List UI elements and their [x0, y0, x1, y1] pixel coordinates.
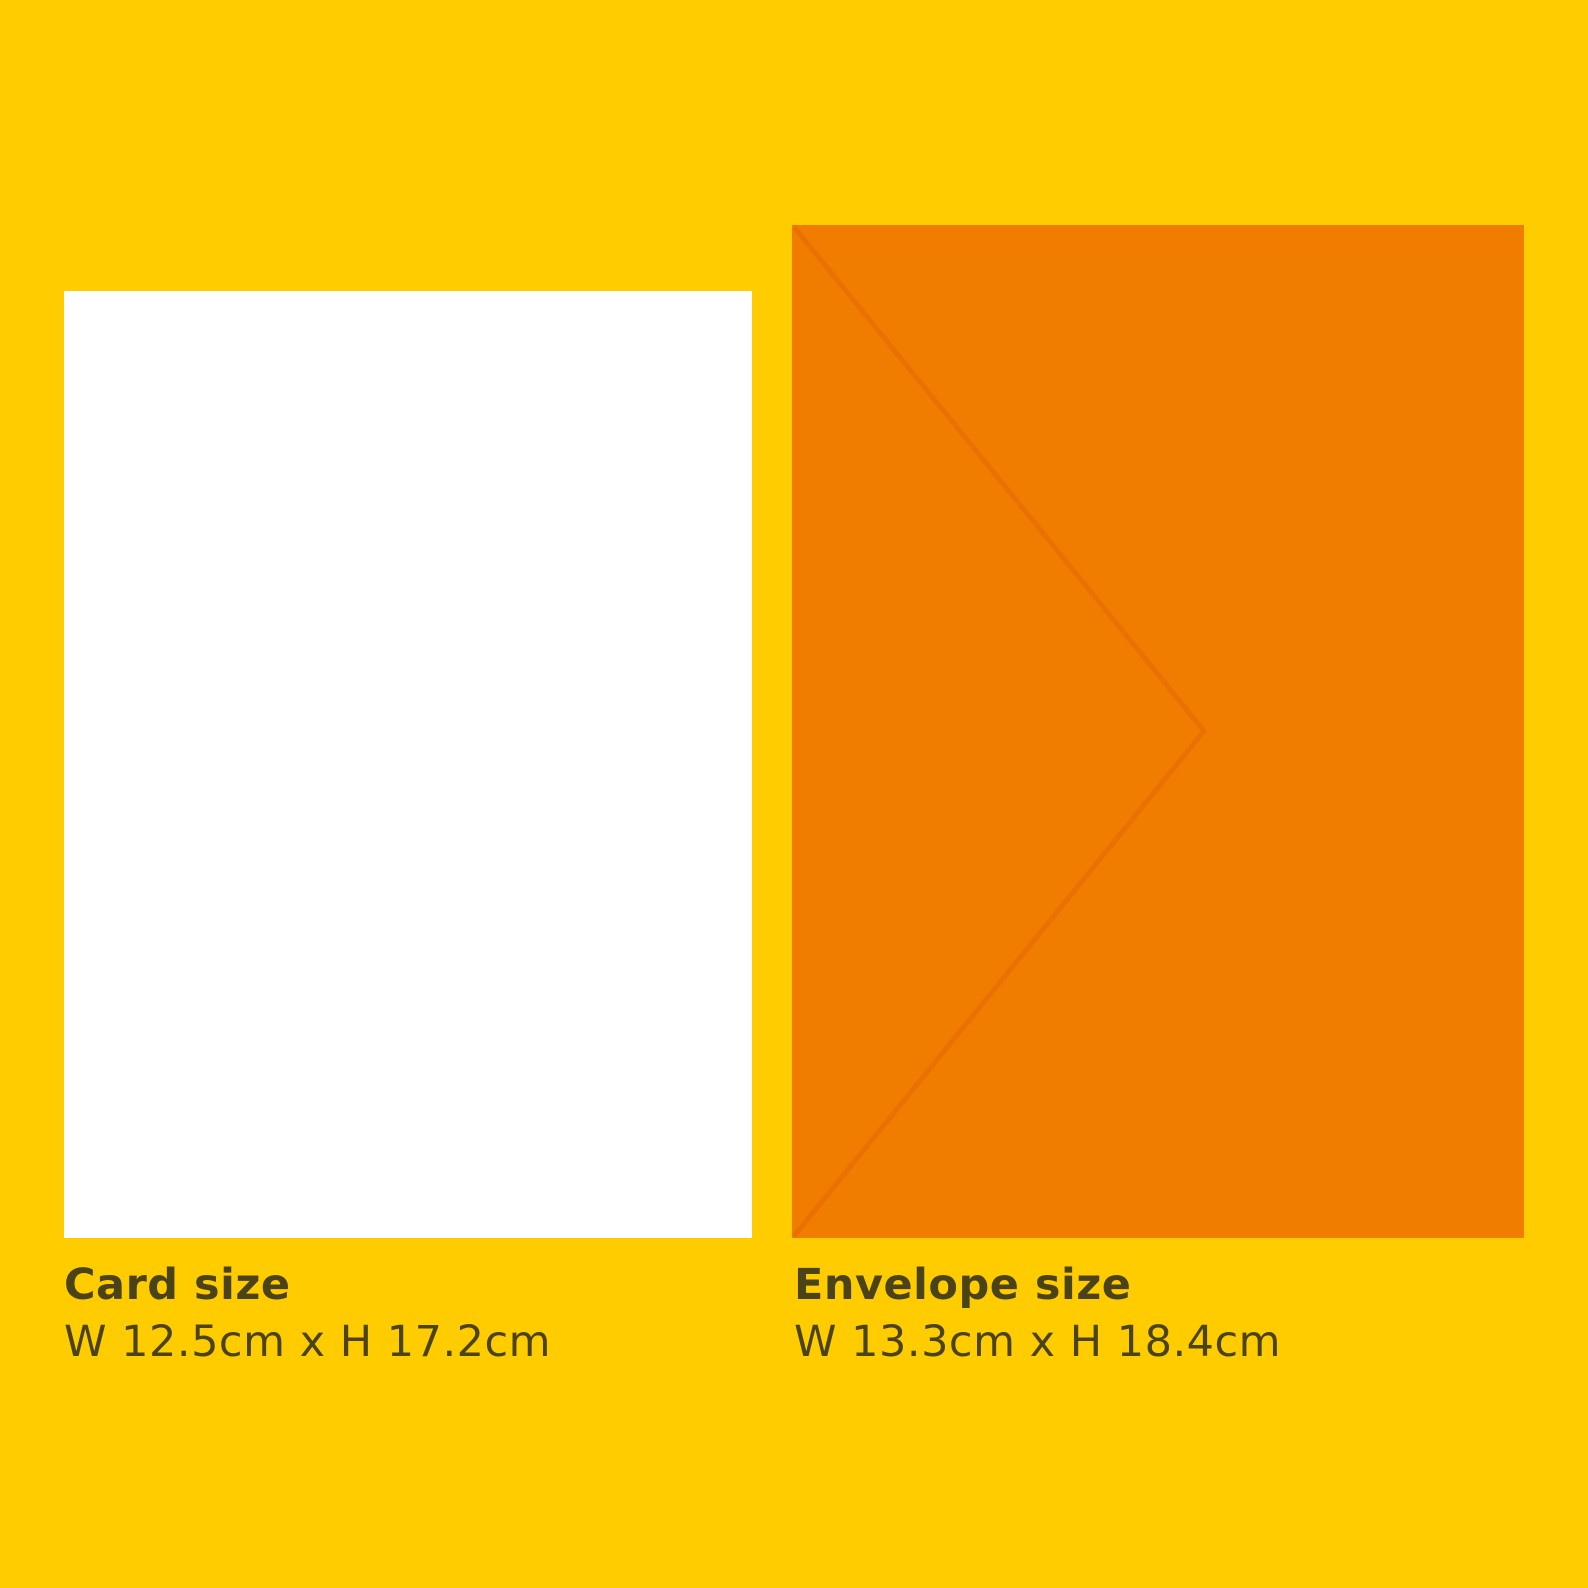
envelope-shape [792, 225, 1524, 1238]
card-size-dimensions: W 12.5cm x H 17.2cm [64, 1317, 552, 1367]
card-shape [64, 291, 752, 1238]
envelope-graphic [792, 225, 1524, 1238]
envelope-size-title: Envelope size [794, 1260, 1132, 1310]
card-label: Card size W 12.5cm x H 17.2cm [64, 1258, 551, 1372]
card-size-title: Card size [64, 1260, 291, 1310]
size-guide-canvas: Card size W 12.5cm x H 17.2cm Envelope s… [0, 0, 1588, 1588]
envelope-body [792, 225, 1524, 1238]
envelope-size-dimensions: W 13.3cm x H 18.4cm [794, 1317, 1282, 1367]
envelope-label: Envelope size W 13.3cm x H 18.4cm [794, 1258, 1281, 1372]
